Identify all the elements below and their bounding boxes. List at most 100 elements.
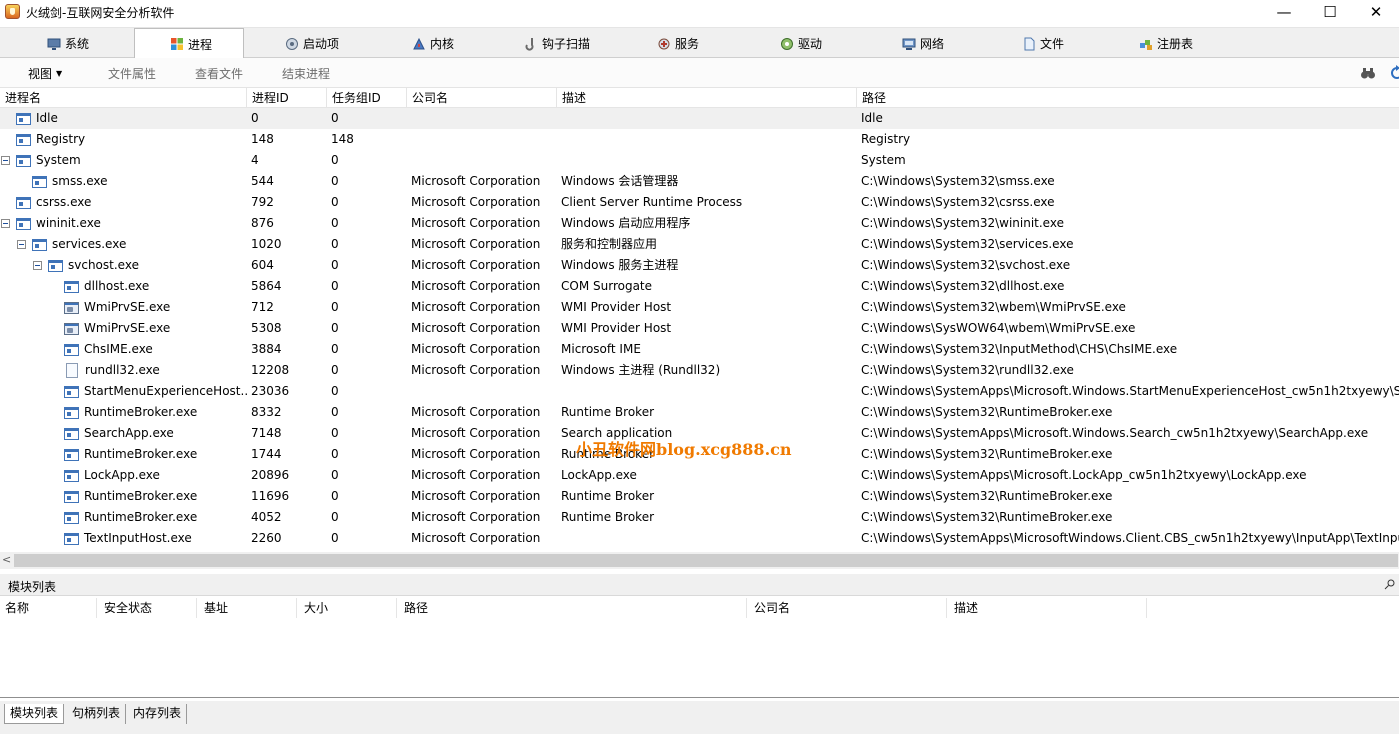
collapse-toggle-icon[interactable] [1,156,10,165]
horizontal-scrollbar[interactable]: < [0,552,1399,569]
column-header-description[interactable]: 描述 [557,88,857,108]
cell-path: C:\Windows\System32\smss.exe [861,174,1055,188]
table-row[interactable]: smss.exe 544 0 Microsoft Corporation Windows… [0,171,1399,192]
column-header-module-description[interactable]: 描述 [949,598,1147,618]
tab-module-list[interactable]: 模块列表 [4,704,65,724]
column-header-pid[interactable]: 进程ID [247,88,327,108]
cell-process-name: rundll32.exe [0,360,247,381]
column-header-group-id[interactable]: 任务组ID [327,88,407,108]
scroll-left-icon[interactable]: < [2,553,11,566]
cell-pid: 11696 [251,489,290,503]
cell-description: Windows 启动应用程序 [561,216,691,230]
file-properties-button[interactable]: 文件属性 [108,65,156,82]
tab-system[interactable]: 系统 [47,29,89,58]
cell-pid: 3884 [251,342,282,356]
process-window-icon [64,301,79,314]
table-row[interactable]: dllhost.exe 5864 0 Microsoft Corporation COM… [0,276,1399,297]
close-button[interactable]: ✕ [1353,0,1399,24]
cell-pid: 4 [251,153,259,167]
collapse-toggle-icon[interactable] [1,219,10,228]
table-row[interactable]: Idle 0 0 Idle [0,108,1399,129]
binoculars-icon[interactable] [1360,65,1376,81]
column-header-base-address[interactable]: 基址 [199,598,297,618]
collapse-toggle-icon[interactable] [33,261,42,270]
process-name: ChsIME.exe [84,342,153,356]
column-header-company[interactable]: 公司名 [407,88,557,108]
table-row[interactable]: WmiPrvSE.exe 712 0 Microsoft Corporation WMI… [0,297,1399,318]
pin-icon[interactable] [1384,578,1396,590]
view-menu-button[interactable]: 视图 ▼ [28,65,62,82]
process-name-wrap: Registry [0,129,247,150]
table-row[interactable]: rundll32.exe 12208 0 Microsoft Corporation W… [0,360,1399,381]
tab-process[interactable]: 进程 [134,28,244,59]
cell-description: Windows 主进程 (Rundll32) [561,363,721,377]
process-list[interactable]: 进程名 进程ID 任务组ID 公司名 描述 路径 Idle 0 0 Idle Regis… [0,88,1399,550]
kernel-icon [412,37,426,51]
cell-process-name: Registry [0,129,247,150]
table-row[interactable]: services.exe 1020 0 Microsoft Corporation 服务… [0,234,1399,255]
process-window-icon [64,343,79,356]
tab-file[interactable]: 文件 [1022,29,1064,58]
column-header-size[interactable]: 大小 [299,598,397,618]
table-row[interactable]: csrss.exe 792 0 Microsoft Corporation Client… [0,192,1399,213]
end-process-button[interactable]: 结束进程 [282,65,330,82]
table-row[interactable]: svchost.exe 604 0 Microsoft Corporation Wind… [0,255,1399,276]
cell-pid: 5864 [251,279,282,293]
column-header-path[interactable]: 路径 [857,88,1399,108]
table-row[interactable]: LockApp.exe 20896 0 Microsoft Corporation Lo… [0,465,1399,486]
tab-driver[interactable]: 驱动 [780,29,822,58]
tab-handle-list[interactable]: 句柄列表 [67,704,127,724]
refresh-icon[interactable] [1389,65,1399,81]
cell-pid: 2260 [251,531,282,545]
table-row[interactable]: ChsIME.exe 3884 0 Microsoft Corporation Micr… [0,339,1399,360]
module-list-body[interactable] [0,618,1399,698]
tab-kernel[interactable]: 内核 [412,29,454,58]
process-window-icon [32,238,47,251]
tab-label: 内核 [430,37,455,51]
maximize-button[interactable]: ☐ [1307,0,1353,24]
cell-path: C:\Windows\System32\services.exe [861,237,1074,251]
cell-description: Runtime Broker [561,510,655,524]
tab-hook-scan[interactable]: 钩子扫描 [524,29,590,58]
tab-registry[interactable]: 注册表 [1139,29,1193,58]
table-row[interactable]: Registry 148 148 Registry [0,129,1399,150]
process-name-wrap: smss.exe [0,171,247,192]
cell-process-name: csrss.exe [0,192,247,213]
view-file-button[interactable]: 查看文件 [195,65,243,82]
tab-startup[interactable]: 启动项 [285,29,339,58]
tab-service[interactable]: 服务 [657,29,699,58]
process-name: TextInputHost.exe [84,531,192,545]
cell-process-name: RuntimeBroker.exe [0,444,247,465]
cell-pid: 5308 [251,321,282,335]
collapse-toggle-icon[interactable] [17,240,26,249]
process-name: services.exe [52,237,127,251]
minimize-button[interactable]: — [1261,0,1307,24]
column-header-module-name[interactable]: 名称 [0,598,97,618]
column-header-module-company[interactable]: 公司名 [749,598,947,618]
table-row[interactable]: StartMenuExperienceHost.... 23036 0 C:\Wind… [0,381,1399,402]
cell-pid: 4052 [251,510,282,524]
view-label: 视图 [28,67,53,81]
column-header-security-status[interactable]: 安全状态 [99,598,197,618]
scrollbar-thumb[interactable] [14,554,1398,567]
column-header-module-path[interactable]: 路径 [399,598,747,618]
cell-path: C:\Windows\SystemApps\Microsoft.Windows.… [861,426,1369,440]
table-row[interactable]: RuntimeBroker.exe 4052 0 Microsoft Corporat… [0,507,1399,528]
cell-process-name: ChsIME.exe [0,339,247,360]
cell-process-name: WmiPrvSE.exe [0,297,247,318]
table-row[interactable]: wininit.exe 876 0 Microsoft Corporation Wind… [0,213,1399,234]
process-window-icon [64,322,79,335]
process-name: RuntimeBroker.exe [84,489,198,503]
tab-network[interactable]: 网络 [902,29,944,58]
table-row[interactable]: RuntimeBroker.exe 8332 0 Microsoft Corporat… [0,402,1399,423]
cell-group-id: 0 [331,279,339,293]
column-header-process-name[interactable]: 进程名 [0,88,247,108]
table-row[interactable]: System 4 0 System [0,150,1399,171]
cell-path: C:\Windows\SystemApps\Microsoft.LockApp_… [861,468,1307,482]
tab-memory-list[interactable]: 内存列表 [128,704,188,724]
process-name: svchost.exe [68,258,139,272]
table-row[interactable]: TextInputHost.exe 2260 0 Microsoft Corporat… [0,528,1399,549]
table-row[interactable]: WmiPrvSE.exe 5308 0 Microsoft Corporation WM… [0,318,1399,339]
process-name: rundll32.exe [85,363,160,377]
table-row[interactable]: RuntimeBroker.exe 11696 0 Microsoft Corpora… [0,486,1399,507]
